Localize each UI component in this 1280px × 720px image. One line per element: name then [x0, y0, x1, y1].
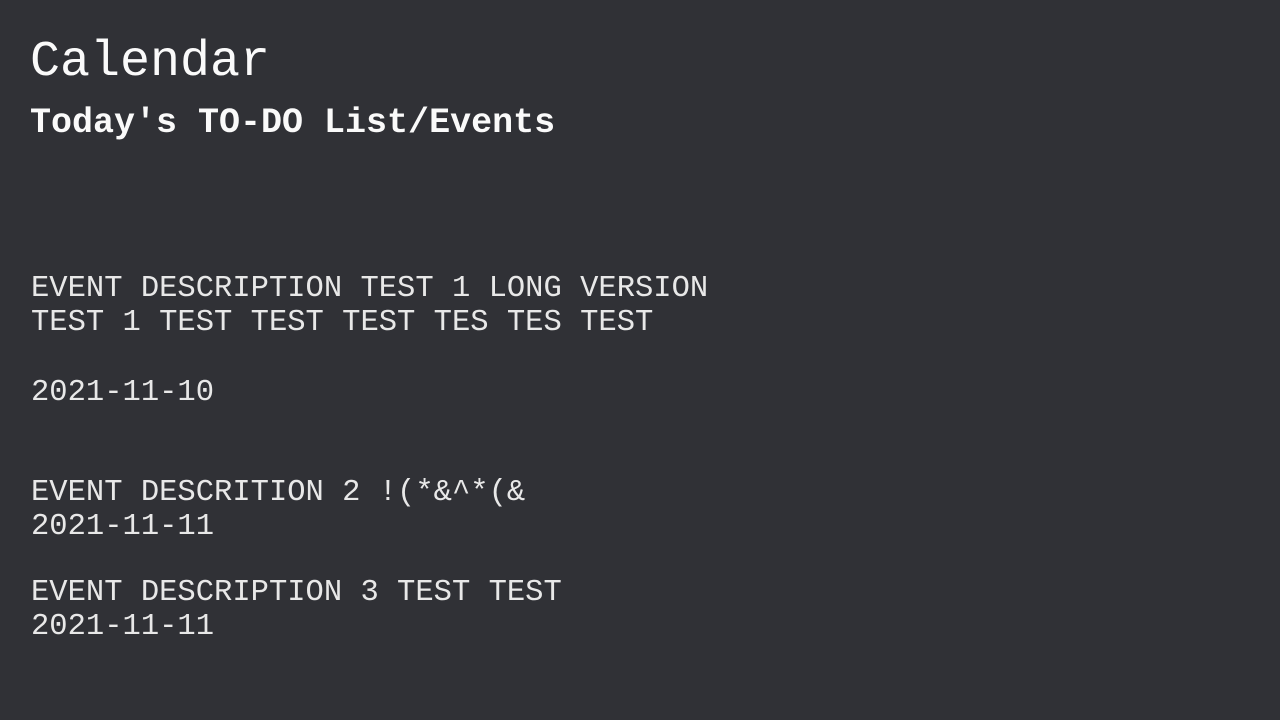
event-list: EVENT DESCRIPTION TEST 1 LONG VERSION TE…	[31, 272, 751, 644]
event-item: EVENT DESCRIPTION 3 TEST TEST 2021-11-11	[31, 576, 751, 644]
event-date: 2021-11-11	[31, 610, 215, 644]
event-item: EVENT DESCRIPTION TEST 1 LONG VERSION TE…	[31, 272, 751, 410]
event-date: 2021-11-10	[31, 376, 215, 410]
page-title: Calendar	[30, 34, 271, 91]
event-description: EVENT DESCRIPTION TEST 1 LONG VERSION TE…	[31, 272, 727, 340]
event-date: 2021-11-11	[31, 510, 215, 544]
event-item: EVENT DESCRITION 2 !(*&^*(& 2021-11-11	[31, 476, 751, 544]
event-description: EVENT DESCRIPTION 3 TEST TEST	[31, 576, 562, 610]
event-description: EVENT DESCRITION 2 !(*&^*(&	[31, 476, 526, 510]
page-subtitle: Today's TO-DO List/Events	[30, 103, 556, 143]
